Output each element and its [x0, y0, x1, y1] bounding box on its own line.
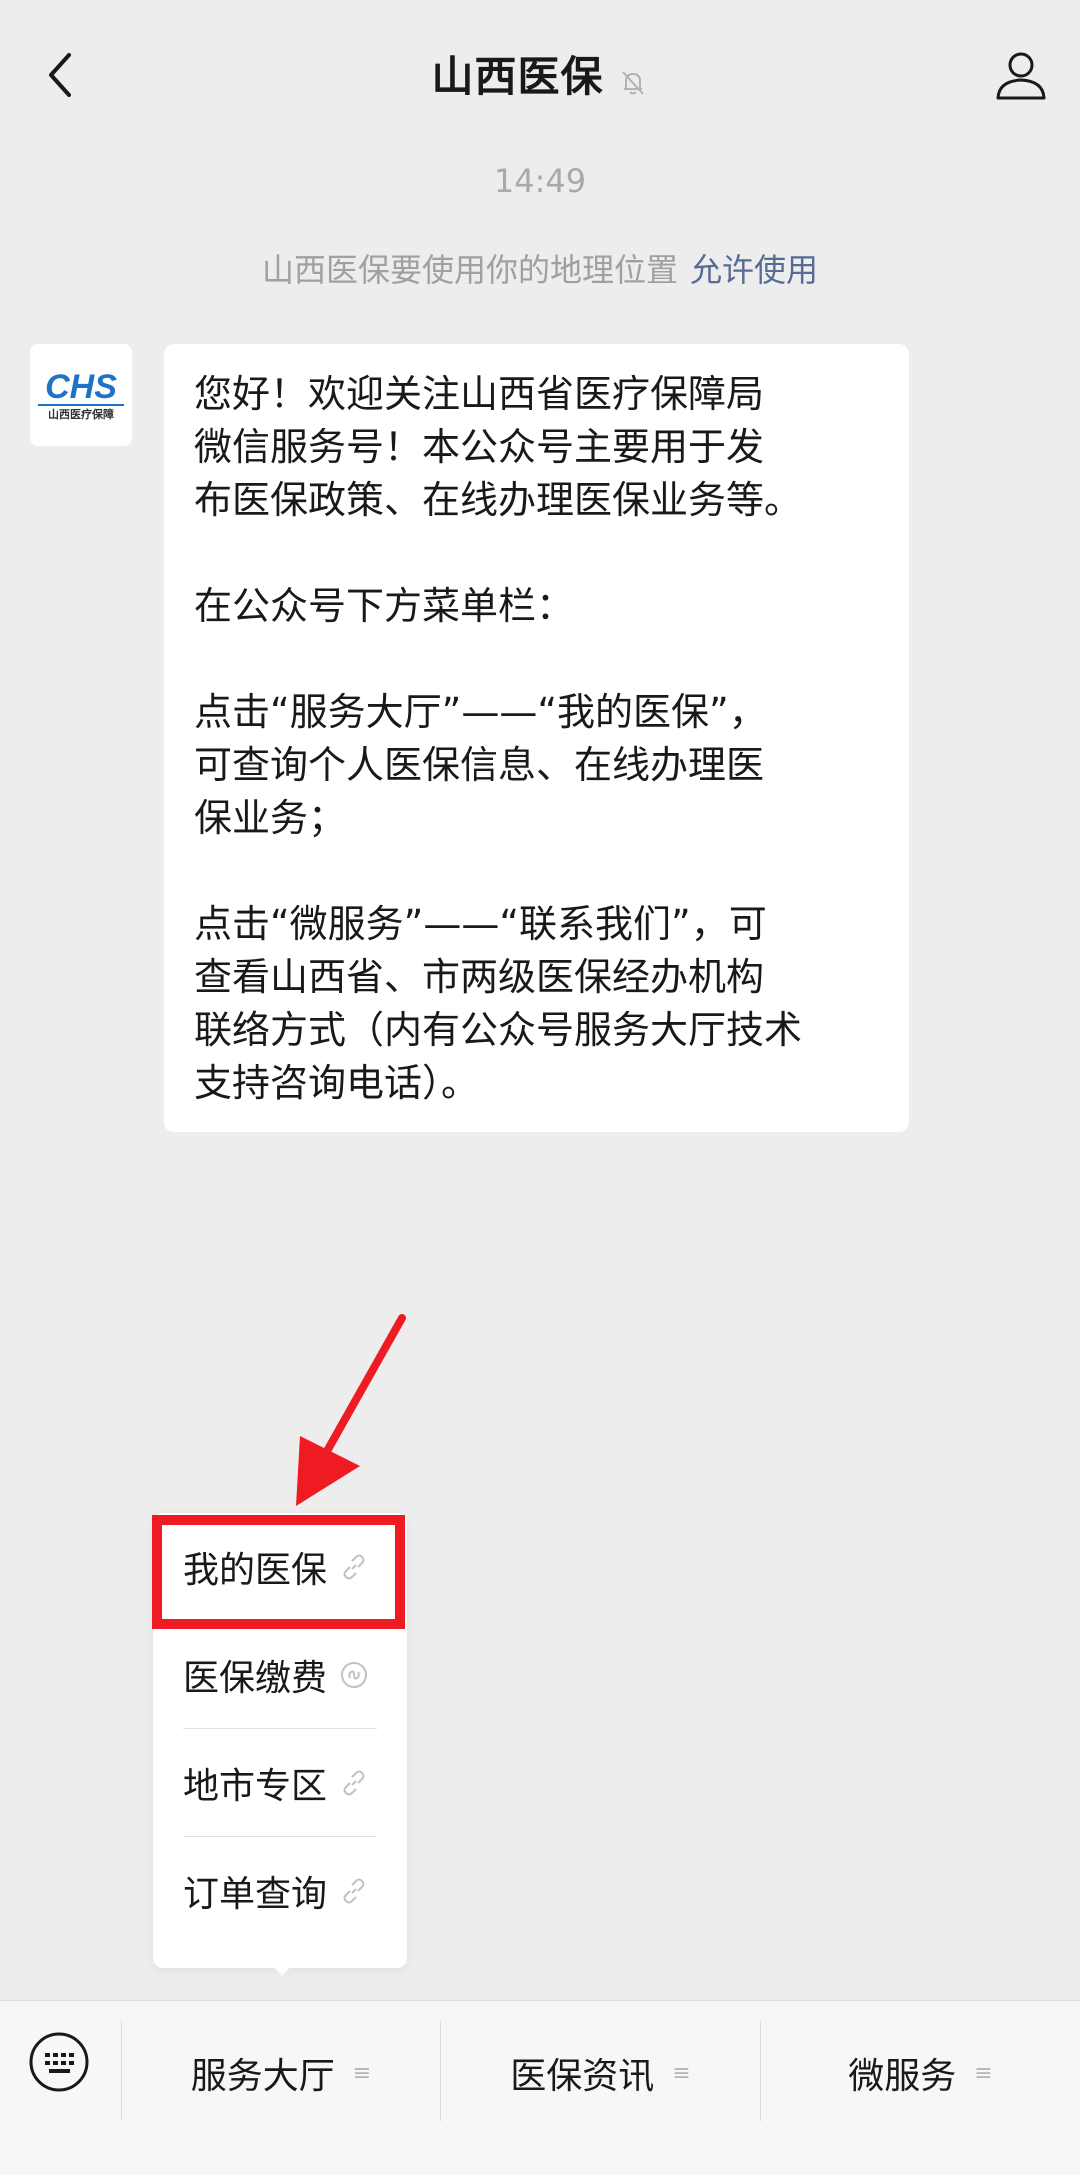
submenu-item-order-query[interactable]: 订单查询 — [183, 1837, 377, 1945]
welcome-message-bubble: 您好！欢迎关注山西省医疗保障局 微信服务号！本公众号主要用于发 布医保政策、在线… — [164, 344, 909, 1132]
message-line: 点击“微服务”——“联系我们”，可 — [194, 902, 767, 946]
location-notice-text: 山西医保要使用你的地理位置 — [261, 251, 678, 289]
menu-list-icon: ≡ — [352, 2060, 372, 2086]
chs-logo-text: CHS — [45, 368, 117, 406]
header-title-wrap: 山西医保 — [0, 42, 1080, 112]
allow-location-link[interactable]: 允许使用 — [690, 251, 818, 289]
menu-list-icon: ≡ — [974, 2060, 993, 2086]
submenu-item-label: 地市专区 — [183, 1765, 328, 1807]
submenu-pointer — [270, 1963, 294, 1976]
keyboard-icon — [29, 2032, 89, 2092]
profile-button[interactable] — [990, 44, 1052, 106]
message-line: 微信服务号！本公众号主要用于发 — [194, 425, 765, 469]
bottom-menu-bar: 服务大厅 ≡ 医保资讯 ≡ 微服务 ≡ — [0, 2000, 1080, 2175]
header: 山西医保 — [0, 0, 1080, 150]
message-line: 联络方式（内有公众号服务大厅技术 — [194, 1008, 803, 1052]
message-line: 保业务； — [194, 796, 347, 840]
page-title: 山西医保 — [431, 52, 604, 101]
message-line: 您好！欢迎关注山西省医疗保障局 — [194, 372, 765, 416]
message-line: 支持咨询电话）。 — [194, 1061, 480, 1105]
message-line: 在公众号下方菜单栏： — [194, 584, 575, 628]
chs-logo-subtext: 山西医疗保障 — [48, 407, 114, 421]
red-annotation-arrow — [296, 1314, 406, 1506]
menu-tab-service-hall[interactable]: 服务大厅 ≡ — [122, 2023, 440, 2123]
menu-tab-insurance-news[interactable]: 医保资讯 ≡ — [441, 2023, 760, 2123]
mute-bell-icon — [621, 70, 644, 95]
message-line: 布医保政策、在线办理医保业务等。 — [194, 478, 803, 522]
link-icon — [343, 1878, 365, 1904]
account-avatar[interactable]: CHS 山西医疗保障 — [30, 344, 132, 446]
person-icon — [996, 52, 1046, 100]
message-timestamp: 14:49 — [493, 162, 587, 200]
location-permission-notice: 山西医保要使用你的地理位置 允许使用 — [0, 245, 1080, 291]
red-highlight-box — [152, 1515, 405, 1629]
submenu-item-city-zone[interactable]: 地市专区 — [183, 1729, 377, 1837]
link-icon — [343, 1770, 365, 1795]
miniprogram-icon — [341, 1661, 368, 1688]
menu-list-icon: ≡ — [672, 2060, 691, 2086]
message-line: 查看山西省、市两级医保经办机构 — [194, 955, 765, 999]
menu-tab-label: 微服务 — [848, 2056, 957, 2097]
message-line: 可查询个人医保信息、在线办理医 — [194, 743, 765, 787]
submenu-item-insurance-payment[interactable]: 医保缴费 — [183, 1621, 377, 1729]
menu-tab-label: 服务大厅 — [190, 2056, 335, 2097]
submenu-item-label: 医保缴费 — [183, 1657, 328, 1699]
chs-logo: CHS 山西医疗保障 — [38, 368, 124, 421]
chat-screen: 山西医保 14:49 山西医保要使用你的地理位置允许使用 CHS 山西医疗保障 — [0, 0, 1080, 2175]
submenu-item-label: 订单查询 — [183, 1874, 328, 1915]
menu-tab-micro-service[interactable]: 微服务 ≡ — [761, 2023, 1080, 2123]
message-line: 点击“服务大厅”——“我的医保”， — [194, 690, 767, 734]
menu-tab-label: 医保资讯 — [510, 2056, 655, 2097]
keyboard-toggle-button[interactable] — [28, 2031, 90, 2093]
